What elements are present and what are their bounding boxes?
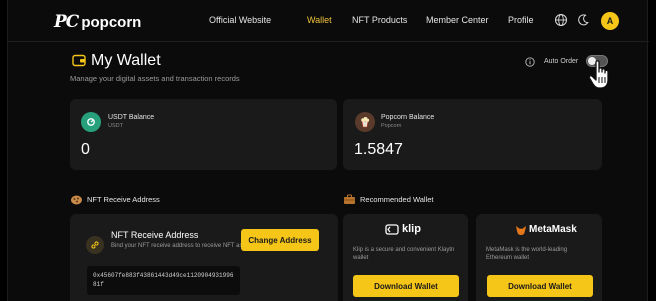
page-title: My Wallet [91,52,161,69]
popcorn-balance-sub: Popcorn [381,123,402,129]
avatar[interactable]: A [601,12,619,30]
popcorn-logo[interactable]: PC popcorn [54,12,141,32]
nav-profile[interactable]: Profile [508,15,534,25]
nav-member-center[interactable]: Member Center [426,15,489,25]
link-icon [86,236,104,254]
usdt-balance-sub: USDT [108,123,123,129]
wallet-icon [72,54,86,67]
metamask-download-button[interactable]: Download Wallet [487,275,593,297]
metamask-fox-icon [516,226,526,235]
auto-order-label: Auto Order [544,58,579,65]
nav-nft-products[interactable]: NFT Products [352,15,407,25]
usdt-coin-icon [81,112,101,132]
usdt-balance-card: USDT Balance USDT 0 [70,99,337,170]
nav-official-website[interactable]: Official Website [209,15,271,25]
globe-icon[interactable] [554,13,568,27]
nft-section-icon [71,195,82,205]
usdt-balance-value: 0 [81,141,90,158]
top-nav-bar: PC popcorn Official Website Wallet NFT P… [8,0,649,42]
popcorn-coin-icon [355,112,375,132]
nft-card-title: NFT Receive Address [111,230,199,240]
klip-download-button[interactable]: Download Wallet [353,275,459,297]
klip-wallet-name: klip [402,223,421,235]
klip-logo-icon [385,224,399,235]
wallet-section-title: Recommended Wallet [360,195,434,204]
klip-wallet-description: Klip is a secure and convenient Klaytn w… [353,247,455,261]
hand-cursor-icon [588,60,609,89]
usdt-balance-label: USDT Balance [108,114,155,121]
nft-card-description: Bind your NFT receive address to receive… [111,243,254,249]
metamask-wallet-description: MetaMask is the world-leading Ethereum w… [486,247,568,261]
nav-wallet[interactable]: Wallet [307,15,332,25]
popcorn-balance-value: 1.5847 [354,141,403,158]
info-icon[interactable] [525,57,535,67]
change-address-button[interactable]: Change Address [241,229,319,251]
popcorn-balance-label: Popcorn Balance [381,114,435,121]
nft-section-title: NFT Receive Address [87,195,160,204]
app-frame: PC popcorn Official Website Wallet NFT P… [7,0,649,301]
logo-text: popcorn [81,13,142,31]
logo-mark: PC [54,12,79,32]
page-subtitle: Manage your digital assets and transacti… [70,74,240,83]
nft-address-value: 0x45607fe883f43861443d49ce11209049319968… [87,266,240,295]
briefcase-icon [344,194,355,204]
moon-icon[interactable] [576,13,590,27]
popcorn-balance-card: Popcorn Balance Popcorn 1.5847 [343,99,602,170]
metamask-wallet-name: MetaMask [529,224,577,235]
